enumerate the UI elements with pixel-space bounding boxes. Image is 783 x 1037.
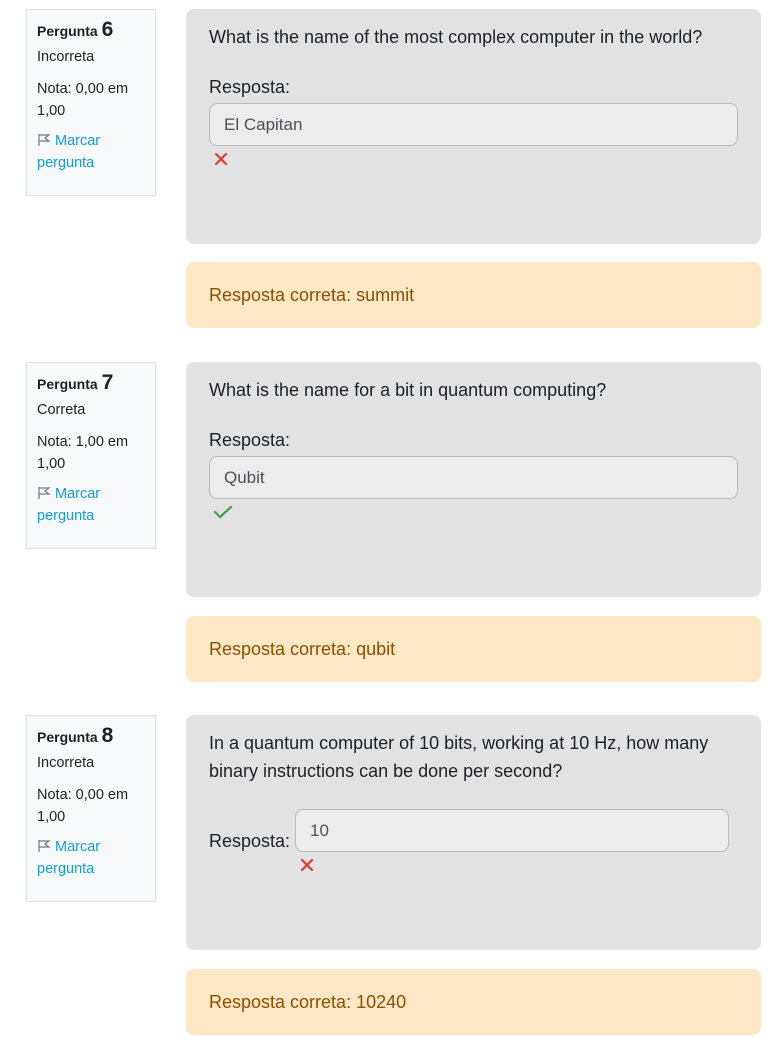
answer-label: Resposta:	[209, 77, 291, 97]
question-grade: Nota: 0,00 em 1,00	[37, 81, 129, 119]
question-grade: Nota: 1,00 em 1,00	[37, 434, 129, 472]
question-number-value: 6	[101, 18, 114, 41]
question-text: What is the name for a bit in quantum co…	[209, 380, 607, 400]
answer-label: Resposta:	[209, 430, 291, 450]
flag-icon	[38, 840, 51, 852]
question-content: What is the name of the most complex com…	[186, 9, 761, 244]
answer-row: Resposta: 10	[209, 809, 738, 875]
question-content: In a quantum computer of 10 bits, workin…	[186, 715, 761, 950]
question-state: Incorreta	[37, 49, 95, 65]
answer-field[interactable]: 10	[295, 809, 730, 852]
question-info: Pergunta 7 Correta Nota: 1,00 em 1,00 Ma…	[26, 362, 156, 549]
question-state: Incorreta	[37, 755, 95, 771]
question-text: What is the name of the most complex com…	[209, 27, 703, 47]
question-number: Pergunta 6	[37, 19, 145, 42]
question-grade: Nota: 0,00 em 1,00	[37, 787, 129, 825]
question-number-value: 8	[101, 724, 114, 747]
question-info: Pergunta 8 Incorreta Nota: 0,00 em 1,00 …	[26, 715, 156, 902]
question-state: Correta	[37, 402, 86, 418]
question-number: Pergunta 8	[37, 725, 145, 748]
answer-wrap: 10	[295, 809, 730, 875]
question-number: Pergunta 7	[37, 372, 145, 395]
question-label: Pergunta	[37, 376, 98, 392]
correct-answer-feedback: Resposta correta: qubit	[186, 616, 761, 682]
flag-question-link[interactable]: Marcar pergunta	[37, 130, 145, 174]
question-text: In a quantum computer of 10 bits, workin…	[209, 733, 709, 781]
flag-question-link[interactable]: Marcar pergunta	[37, 836, 145, 880]
question-content: What is the name for a bit in quantum co…	[186, 362, 761, 597]
cross-icon	[213, 151, 738, 169]
flag-icon	[38, 134, 51, 146]
question-info: Pergunta 6 Incorreta Nota: 0,00 em 1,00 …	[26, 9, 156, 196]
correct-answer-feedback: Resposta correta: 10240	[186, 969, 761, 1035]
flag-question-link[interactable]: Marcar pergunta	[37, 483, 145, 527]
answer-field[interactable]: El Capitan	[209, 103, 738, 146]
flag-icon	[38, 487, 51, 499]
question-label: Pergunta	[37, 729, 98, 745]
answer-label: Resposta:	[209, 831, 291, 851]
answer-field[interactable]: Qubit	[209, 456, 738, 499]
question-number-value: 7	[101, 371, 114, 394]
correct-answer-feedback: Resposta correta: summit	[186, 262, 761, 328]
check-icon	[213, 504, 738, 522]
cross-icon	[299, 857, 729, 875]
question-label: Pergunta	[37, 23, 98, 39]
